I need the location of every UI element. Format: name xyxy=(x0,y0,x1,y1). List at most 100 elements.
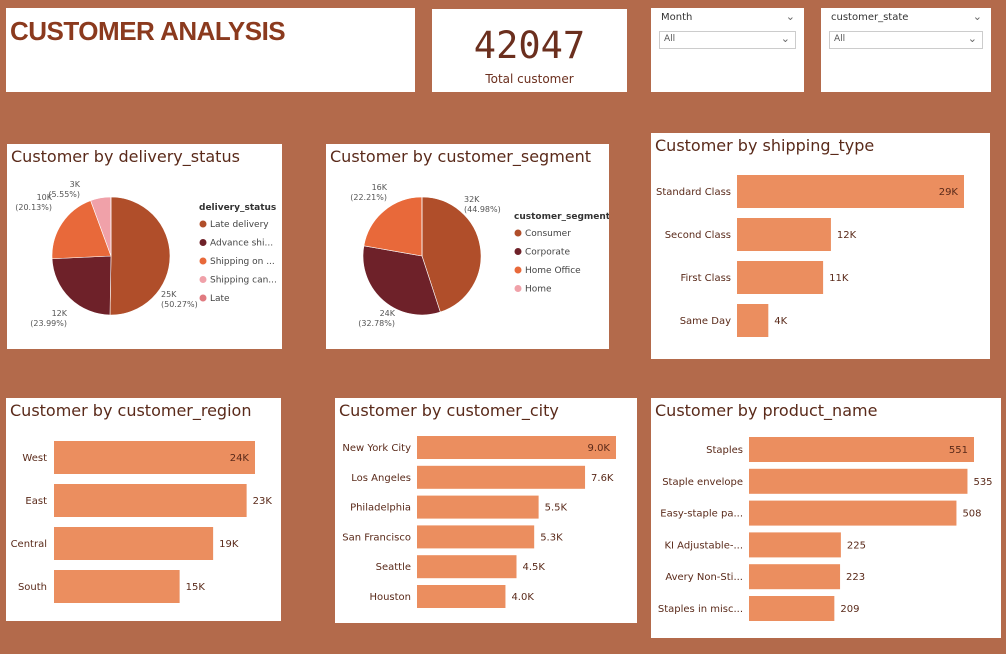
category-label: Avery Non-Sti... xyxy=(665,572,743,583)
kpi-card: 42047 Total customer xyxy=(432,9,627,92)
month-dropdown-value: All xyxy=(664,34,676,44)
chart-svg: 25K(50.27%)12K(23.99%)10K(20.13%)3K(5.55… xyxy=(15,180,277,328)
chevron-down-icon[interactable]: ⌄ xyxy=(973,10,982,23)
chevron-down-icon: ⌄ xyxy=(780,32,790,45)
bar[interactable] xyxy=(737,218,831,251)
data-label: 12K xyxy=(52,309,68,318)
data-label: 5.5K xyxy=(545,503,568,514)
data-label: (22.21%) xyxy=(350,193,387,202)
data-label: (20.13%) xyxy=(15,203,52,212)
bar[interactable] xyxy=(737,304,769,337)
data-label: 223 xyxy=(846,572,865,583)
kpi-label: Total customer xyxy=(485,72,574,86)
data-label: 4.0K xyxy=(511,592,534,603)
data-label: (50.27%) xyxy=(161,300,198,309)
chart-svg: 32K(44.98%) 24K(32.78%) 16K(22.21%) custome… xyxy=(350,183,609,328)
shipping-type-chart[interactable]: Customer by shipping_type Standard Class… xyxy=(651,133,990,359)
product-name-chart[interactable]: Customer by product_name Staples 551 Stapl… xyxy=(651,398,1001,638)
bar[interactable] xyxy=(737,175,964,208)
customer-city-chart[interactable]: Customer by customer_city New York City 9… xyxy=(335,398,637,623)
data-label: (5.55%) xyxy=(48,190,80,199)
legend-title: customer_segment xyxy=(514,212,609,222)
customer-segment-chart[interactable]: Customer by customer_segment 32K (44.98%)… xyxy=(326,144,609,349)
data-label: 16K xyxy=(372,183,388,192)
bar[interactable] xyxy=(417,525,535,549)
category-label: KI Adjustable-... xyxy=(665,540,744,551)
data-label: 4K xyxy=(774,316,787,327)
bar[interactable] xyxy=(417,436,616,459)
category-label: Staple envelope xyxy=(662,477,743,488)
legend-label: Shipping on ... xyxy=(210,257,275,267)
bar[interactable] xyxy=(749,564,841,590)
legend-marker xyxy=(199,276,207,283)
bar[interactable] xyxy=(749,468,968,494)
chevron-down-icon[interactable]: ⌄ xyxy=(786,10,795,23)
legend-label: Home xyxy=(525,285,552,295)
delivery-status-chart[interactable]: Customer by delivery_status 25K (50.27%) 1… xyxy=(7,144,282,349)
category-label: Staples xyxy=(706,445,743,456)
bar[interactable] xyxy=(417,495,539,519)
month-dropdown[interactable]: All ⌄ xyxy=(659,31,796,49)
data-label: 15K xyxy=(186,582,206,593)
bar[interactable] xyxy=(749,437,974,462)
data-label: 508 xyxy=(962,509,981,520)
page-title: CUSTOMER ANALYSIS xyxy=(10,16,286,46)
bar[interactable] xyxy=(54,441,255,474)
legend-label: Late delivery xyxy=(210,220,269,230)
data-label: 23K xyxy=(253,496,273,507)
bar[interactable] xyxy=(54,484,247,517)
bar[interactable] xyxy=(54,570,180,603)
customer-region-chart[interactable]: Customer by customer_region West 24K East 2… xyxy=(6,398,281,621)
bar[interactable] xyxy=(749,532,841,558)
category-label: Standard Class xyxy=(656,187,731,198)
legend-marker xyxy=(199,239,207,246)
category-label: South xyxy=(18,582,47,593)
legend-marker xyxy=(514,285,522,292)
bar[interactable] xyxy=(417,465,586,489)
title-panel: CUSTOMER ANALYSIS xyxy=(6,8,415,92)
category-label: Same Day xyxy=(680,316,731,327)
legend-marker xyxy=(199,220,207,228)
legend-marker xyxy=(514,248,522,255)
chart-svg: New York City 9.0K Los Angeles 7.6K Philadel… xyxy=(342,436,616,608)
data-label: 24K xyxy=(230,453,250,464)
data-label: (32.78%) xyxy=(358,319,395,328)
bar[interactable] xyxy=(749,596,835,621)
data-label: 12K xyxy=(837,230,857,241)
pie-slice[interactable] xyxy=(363,196,423,257)
bar[interactable] xyxy=(417,585,506,608)
data-label: 32K xyxy=(464,195,480,204)
data-label: 209 xyxy=(840,604,859,615)
legend-label: Corporate xyxy=(525,248,570,258)
data-label: (44.98%) xyxy=(464,205,501,214)
bar[interactable] xyxy=(749,500,957,526)
data-label: 25K xyxy=(161,290,177,299)
category-label: First Class xyxy=(680,273,731,284)
legend-marker xyxy=(514,266,522,274)
chevron-down-icon: ⌄ xyxy=(967,32,977,45)
category-label: Staples in misc... xyxy=(658,604,743,615)
chart-svg: West 24K East 23K Central 19K South 15K xyxy=(11,441,273,603)
chart-svg: Staples 551 Staple envelope 535 Easy-staple … xyxy=(658,437,993,621)
bar[interactable] xyxy=(54,527,214,560)
state-slicer: customer_state ⌄ All ⌄ xyxy=(821,8,991,92)
legend-label: Shipping can... xyxy=(210,276,277,286)
pie-slice[interactable] xyxy=(51,255,112,316)
data-label: 225 xyxy=(847,540,866,551)
state-dropdown[interactable]: All ⌄ xyxy=(829,31,983,49)
bar[interactable] xyxy=(417,555,517,579)
data-label: 9.0K xyxy=(588,443,611,454)
data-label: 5.3K xyxy=(540,532,563,543)
data-label: 7.6K xyxy=(591,473,614,484)
data-label: 19K xyxy=(219,539,239,550)
data-label: (23.99%) xyxy=(30,319,67,328)
legend-marker xyxy=(199,257,207,265)
legend-marker xyxy=(199,294,207,302)
data-label: 535 xyxy=(973,477,992,488)
category-label: East xyxy=(25,496,47,507)
category-label: Philadelphia xyxy=(350,503,411,514)
category-label: Second Class xyxy=(665,230,731,241)
category-label: New York City xyxy=(342,443,411,454)
data-label: 29K xyxy=(939,187,959,198)
bar[interactable] xyxy=(737,261,824,294)
